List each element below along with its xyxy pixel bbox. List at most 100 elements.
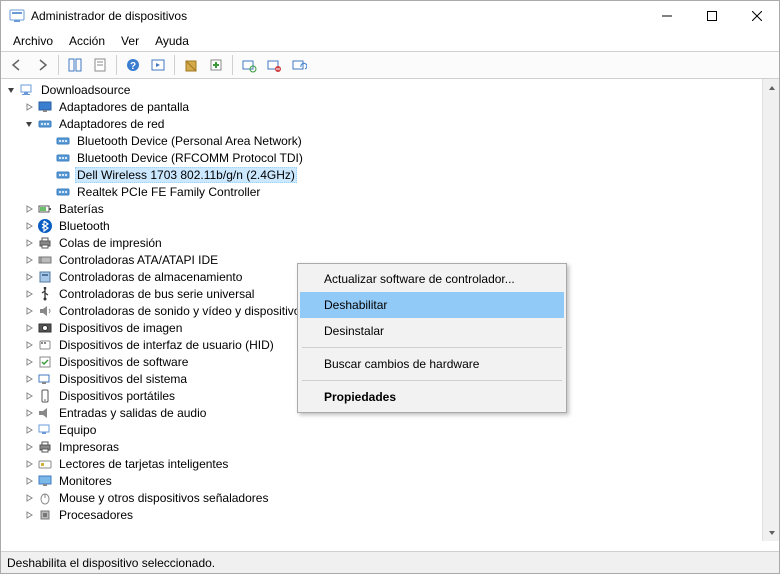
- expander-icon[interactable]: [23, 509, 35, 521]
- tree-node[interactable]: Monitores: [1, 472, 762, 489]
- update-button[interactable]: [204, 53, 228, 77]
- tree-content: Downloadsource Adaptadores de pantallaAda…: [1, 79, 779, 541]
- disable-button[interactable]: [262, 53, 286, 77]
- display-icon: [37, 99, 53, 115]
- close-button[interactable]: [734, 1, 779, 31]
- window-title: Administrador de dispositivos: [31, 9, 644, 23]
- network-icon: [55, 150, 71, 166]
- computer-icon: [19, 82, 35, 98]
- tree-node[interactable]: Bluetooth: [1, 217, 762, 234]
- context-menu-item[interactable]: Buscar cambios de hardware: [300, 351, 564, 377]
- minimize-button[interactable]: [644, 1, 689, 31]
- tree-root-label: Downloadsource: [39, 83, 132, 97]
- context-menu-item[interactable]: Deshabilitar: [300, 292, 564, 318]
- expander-icon[interactable]: [23, 288, 35, 300]
- expander-icon[interactable]: [23, 373, 35, 385]
- device-manager-window: Administrador de dispositivos Archivo Ac…: [0, 0, 780, 574]
- network-icon: [37, 116, 53, 132]
- expander-icon[interactable]: [23, 492, 35, 504]
- tree-node-label: Baterías: [57, 202, 106, 216]
- tree-node-label: Adaptadores de pantalla: [57, 100, 191, 114]
- audio-icon: [37, 303, 53, 319]
- tree-node[interactable]: Procesadores: [1, 506, 762, 523]
- expander-icon[interactable]: [23, 101, 35, 113]
- expander-icon[interactable]: [23, 220, 35, 232]
- expander-icon[interactable]: [23, 271, 35, 283]
- tree-node-label: Dispositivos de software: [57, 355, 190, 369]
- expander-icon[interactable]: [23, 390, 35, 402]
- properties-button[interactable]: [88, 53, 112, 77]
- tree-node-label: Entradas y salidas de audio: [57, 406, 208, 420]
- action-button[interactable]: [146, 53, 170, 77]
- tree-root[interactable]: Downloadsource: [1, 81, 762, 98]
- titlebar: Administrador de dispositivos: [1, 1, 779, 31]
- expander-icon[interactable]: [23, 254, 35, 266]
- software-icon: [37, 354, 53, 370]
- portable-icon: [37, 388, 53, 404]
- tree-node-label: Realtek PCIe FE Family Controller: [75, 185, 262, 199]
- image-device-icon: [37, 320, 53, 336]
- show-hide-button[interactable]: [63, 53, 87, 77]
- battery-icon: [37, 201, 53, 217]
- uninstall-button[interactable]: [179, 53, 203, 77]
- menu-ver[interactable]: Ver: [113, 32, 147, 50]
- maximize-button[interactable]: [689, 1, 734, 31]
- back-button[interactable]: [5, 53, 29, 77]
- tree-node[interactable]: Impresoras: [1, 438, 762, 455]
- expander-icon[interactable]: [23, 118, 35, 130]
- ide-icon: [37, 252, 53, 268]
- context-menu-separator: [302, 380, 562, 381]
- computer-icon: [37, 422, 53, 438]
- expander-icon[interactable]: [23, 203, 35, 215]
- printer-icon: [37, 439, 53, 455]
- tree-node[interactable]: Bluetooth Device (Personal Area Network): [1, 132, 762, 149]
- expander-icon[interactable]: [5, 84, 17, 96]
- tree-node-label: Lectores de tarjetas inteligentes: [57, 457, 230, 471]
- scroll-down-arrow[interactable]: [763, 524, 779, 541]
- expander-icon[interactable]: [23, 237, 35, 249]
- expander-icon[interactable]: [23, 475, 35, 487]
- tree-node-label: Bluetooth Device (RFCOMM Protocol TDI): [75, 151, 305, 165]
- tree-node[interactable]: Colas de impresión: [1, 234, 762, 251]
- help-button[interactable]: ?: [121, 53, 145, 77]
- context-menu-item[interactable]: Actualizar software de controlador...: [300, 266, 564, 292]
- tree-node-label: Dispositivos del sistema: [57, 372, 189, 386]
- tree-node[interactable]: Realtek PCIe FE Family Controller: [1, 183, 762, 200]
- tree-node[interactable]: Mouse y otros dispositivos señaladores: [1, 489, 762, 506]
- tree-node[interactable]: Lectores de tarjetas inteligentes: [1, 455, 762, 472]
- tree-node-label: Colas de impresión: [57, 236, 164, 250]
- tree-node[interactable]: Adaptadores de red: [1, 115, 762, 132]
- tree-node[interactable]: Equipo: [1, 421, 762, 438]
- status-text: Deshabilita el dispositivo seleccionado.: [7, 556, 215, 570]
- scroll-track[interactable]: [763, 96, 779, 524]
- tree-node-label: Dispositivos portátiles: [57, 389, 177, 403]
- context-menu-item[interactable]: Propiedades: [300, 384, 564, 410]
- expander-icon[interactable]: [23, 458, 35, 470]
- scan-hardware-button[interactable]: [237, 53, 261, 77]
- menu-accion[interactable]: Acción: [61, 32, 113, 50]
- expander-icon[interactable]: [23, 407, 35, 419]
- audio-io-icon: [37, 405, 53, 421]
- expander-icon[interactable]: [23, 305, 35, 317]
- expander-icon[interactable]: [23, 424, 35, 436]
- cpu-icon: [37, 507, 53, 523]
- tree-node[interactable]: Dell Wireless 1703 802.11b/g/n (2.4GHz): [1, 166, 762, 183]
- context-menu: Actualizar software de controlador...Des…: [297, 263, 567, 413]
- tree-node[interactable]: Bluetooth Device (RFCOMM Protocol TDI): [1, 149, 762, 166]
- expander-icon[interactable]: [23, 339, 35, 351]
- scroll-up-arrow[interactable]: [763, 79, 779, 96]
- tree-node-label: Dell Wireless 1703 802.11b/g/n (2.4GHz): [75, 167, 297, 183]
- expander-icon[interactable]: [23, 322, 35, 334]
- forward-button[interactable]: [30, 53, 54, 77]
- menu-archivo[interactable]: Archivo: [5, 32, 61, 50]
- network-icon: [55, 167, 71, 183]
- menu-ayuda[interactable]: Ayuda: [147, 32, 197, 50]
- refresh-button[interactable]: [287, 53, 311, 77]
- tree-node[interactable]: Baterías: [1, 200, 762, 217]
- expander-icon[interactable]: [23, 441, 35, 453]
- expander-icon[interactable]: [23, 356, 35, 368]
- tree-node[interactable]: Adaptadores de pantalla: [1, 98, 762, 115]
- context-menu-item[interactable]: Desinstalar: [300, 318, 564, 344]
- vertical-scrollbar[interactable]: [762, 79, 779, 541]
- printer-icon: [37, 235, 53, 251]
